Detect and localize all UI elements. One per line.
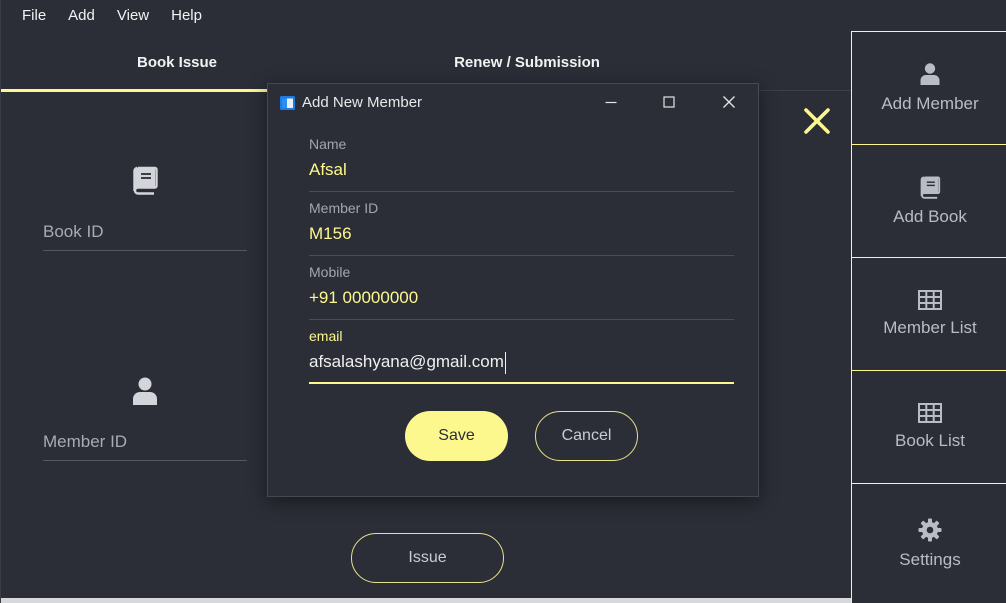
window-close-icon[interactable] <box>714 90 744 114</box>
menu-view[interactable]: View <box>106 0 160 32</box>
app-window-icon <box>280 96 295 110</box>
side-item-label: Book List <box>895 431 965 450</box>
mobile-label: Mobile <box>309 264 351 280</box>
member-id-underline <box>309 255 734 256</box>
add-member-dialog: Add New Member Name Afsal Member ID M156… <box>267 83 759 497</box>
dialog-titlebar[interactable]: Add New Member <box>268 84 758 120</box>
table-icon <box>918 403 942 423</box>
side-item-label: Member List <box>883 318 977 337</box>
table-icon <box>918 290 942 310</box>
side-item-label: Settings <box>899 549 961 569</box>
name-field[interactable]: Name Afsal <box>309 136 734 182</box>
minimize-icon[interactable] <box>596 90 626 114</box>
dialog-title: Add New Member <box>302 94 423 111</box>
member-id-value[interactable]: M156 <box>309 222 734 246</box>
email-field[interactable]: email afsalashyana@gmail.com <box>309 328 734 374</box>
name-value[interactable]: Afsal <box>309 158 734 182</box>
cancel-button[interactable]: Cancel <box>535 411 638 461</box>
email-underline <box>309 382 734 384</box>
save-button[interactable]: Save <box>405 411 508 461</box>
side-item-add-book[interactable]: Add Book <box>852 144 1006 257</box>
member-id-label[interactable]: Member ID <box>43 432 127 452</box>
menu-add[interactable]: Add <box>57 0 106 32</box>
mobile-field[interactable]: Mobile +91 00000000 <box>309 264 734 310</box>
menu-help[interactable]: Help <box>160 0 213 32</box>
side-panel: Add Member Add Book Member List Book Lis… <box>851 31 1006 603</box>
mobile-underline <box>309 319 734 320</box>
book-icon <box>133 166 158 195</box>
side-item-book-list[interactable]: Book List <box>852 370 1006 483</box>
member-id-label: Member ID <box>309 200 379 216</box>
user-icon <box>133 377 157 405</box>
side-item-settings[interactable]: Settings <box>852 483 1006 603</box>
member-id-underline <box>43 460 247 461</box>
mobile-value[interactable]: +91 00000000 <box>309 286 734 310</box>
name-underline <box>309 191 734 192</box>
side-item-label: Add Book <box>893 207 967 226</box>
maximize-icon[interactable] <box>654 90 684 114</box>
close-icon[interactable] <box>801 105 833 137</box>
email-input[interactable]: afsalashyana@gmail.com <box>309 350 734 374</box>
member-id-field[interactable]: Member ID M156 <box>309 200 734 246</box>
book-icon <box>920 176 941 199</box>
side-item-add-member[interactable]: Add Member <box>852 31 1006 144</box>
issue-button[interactable]: Issue <box>351 533 504 583</box>
book-id-label[interactable]: Book ID <box>43 222 103 242</box>
gear-icon <box>918 518 942 541</box>
menu-bar: File Add View Help <box>1 0 851 32</box>
side-item-member-list[interactable]: Member List <box>852 257 1006 370</box>
side-item-label: Add Member <box>881 94 979 113</box>
window-bottom-edge <box>1 598 851 603</box>
name-label: Name <box>309 136 347 152</box>
user-icon <box>920 63 940 85</box>
book-id-underline <box>43 250 247 251</box>
menu-file[interactable]: File <box>11 0 57 32</box>
text-caret <box>504 351 506 374</box>
email-label: email <box>309 328 343 344</box>
main-window: File Add View Help Book Issue Renew / Su… <box>0 0 1006 603</box>
email-value: afsalashyana@gmail.com <box>309 352 504 371</box>
